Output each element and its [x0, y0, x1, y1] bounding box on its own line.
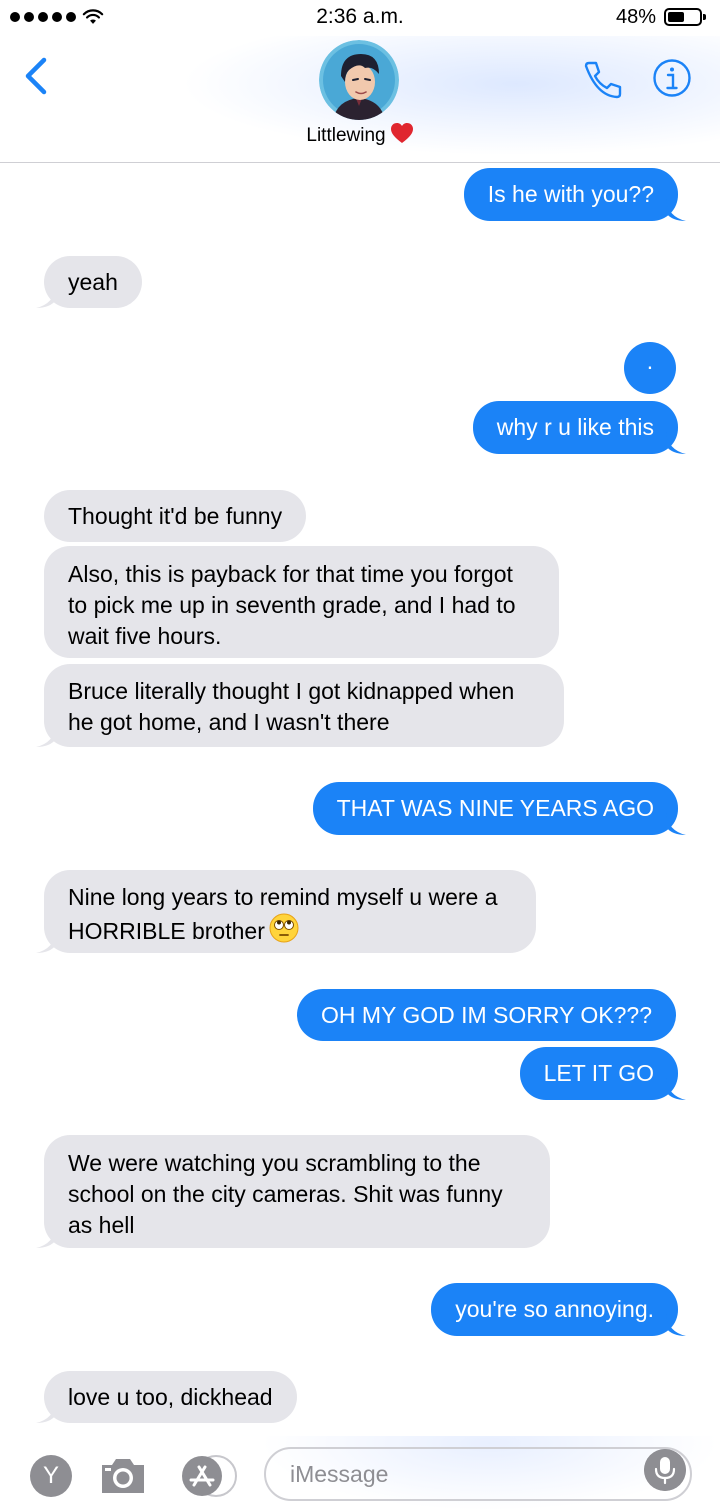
message-text: Thought it'd be funny	[68, 503, 283, 529]
incoming-message[interactable]: Thought it'd be funny	[44, 490, 307, 542]
incoming-message[interactable]: Nine long years to remind myself u were …	[36, 870, 536, 953]
eye-roll-emoji	[269, 913, 299, 943]
message-text: yeah	[68, 269, 118, 295]
message-text: .	[646, 348, 654, 374]
message-text: We were watching you scrambling to the s…	[68, 1150, 503, 1238]
message-text: LET IT GO	[543, 1060, 654, 1086]
camera-icon[interactable]	[98, 1453, 148, 1497]
message-text: why r u like this	[496, 414, 654, 440]
message-text: Also, this is payback for that time you …	[68, 561, 516, 649]
battery-percent: 48%	[616, 6, 657, 28]
message-text: love u too, dickhead	[68, 1384, 273, 1410]
red-heart-icon	[390, 123, 413, 143]
conversation-header: Littlewing	[0, 36, 720, 163]
contact-name-row[interactable]: Littlewing	[0, 122, 720, 147]
chevron-left-icon[interactable]	[22, 56, 52, 96]
contact-avatar[interactable]	[319, 40, 399, 120]
microphone-icon[interactable]	[644, 1449, 686, 1491]
incoming-message[interactable]: Also, this is payback for that time you …	[44, 546, 559, 658]
imessage-placeholder: iMessage	[290, 1461, 389, 1487]
message-text: you're so annoying.	[455, 1296, 654, 1322]
outgoing-message[interactable]: .	[624, 342, 676, 394]
outgoing-message[interactable]: THAT WAS NINE YEARS AGO	[312, 782, 686, 835]
message-text: Bruce literally thought I got kidnapped …	[68, 678, 515, 735]
incoming-message[interactable]: Bruce literally thought I got kidnapped …	[36, 664, 564, 747]
incoming-message[interactable]: love u too, dickhead	[36, 1371, 297, 1423]
outgoing-message[interactable]: Is he with you??	[463, 168, 686, 221]
battery-icon	[664, 8, 706, 26]
message-composer: Y iMessage	[0, 1436, 720, 1511]
contact-name: Littlewing	[306, 125, 386, 146]
message-text: THAT WAS NINE YEARS AGO	[336, 795, 654, 821]
incoming-message[interactable]: We were watching you scrambling to the s…	[36, 1135, 550, 1248]
imessage-input[interactable]: iMessage	[264, 1447, 692, 1501]
outgoing-message[interactable]: you're so annoying.	[431, 1283, 686, 1336]
status-time: 2:36 a.m.	[316, 5, 404, 28]
outgoing-message[interactable]: OH MY GOD IM SORRY OK???	[296, 989, 676, 1041]
message-text: Is he with you??	[487, 181, 654, 207]
outgoing-message[interactable]: LET IT GO	[519, 1047, 686, 1100]
phone-icon[interactable]	[580, 58, 624, 102]
outgoing-message[interactable]: why r u like this	[472, 401, 686, 454]
status-bar: 2:36 a.m. 48%	[0, 0, 720, 36]
app-y-icon[interactable]: Y	[30, 1455, 72, 1497]
incoming-message[interactable]: yeah	[36, 256, 142, 308]
app-store-icon[interactable]	[178, 1454, 240, 1498]
message-text: OH MY GOD IM SORRY OK???	[320, 1002, 652, 1028]
info-icon[interactable]	[652, 58, 692, 98]
